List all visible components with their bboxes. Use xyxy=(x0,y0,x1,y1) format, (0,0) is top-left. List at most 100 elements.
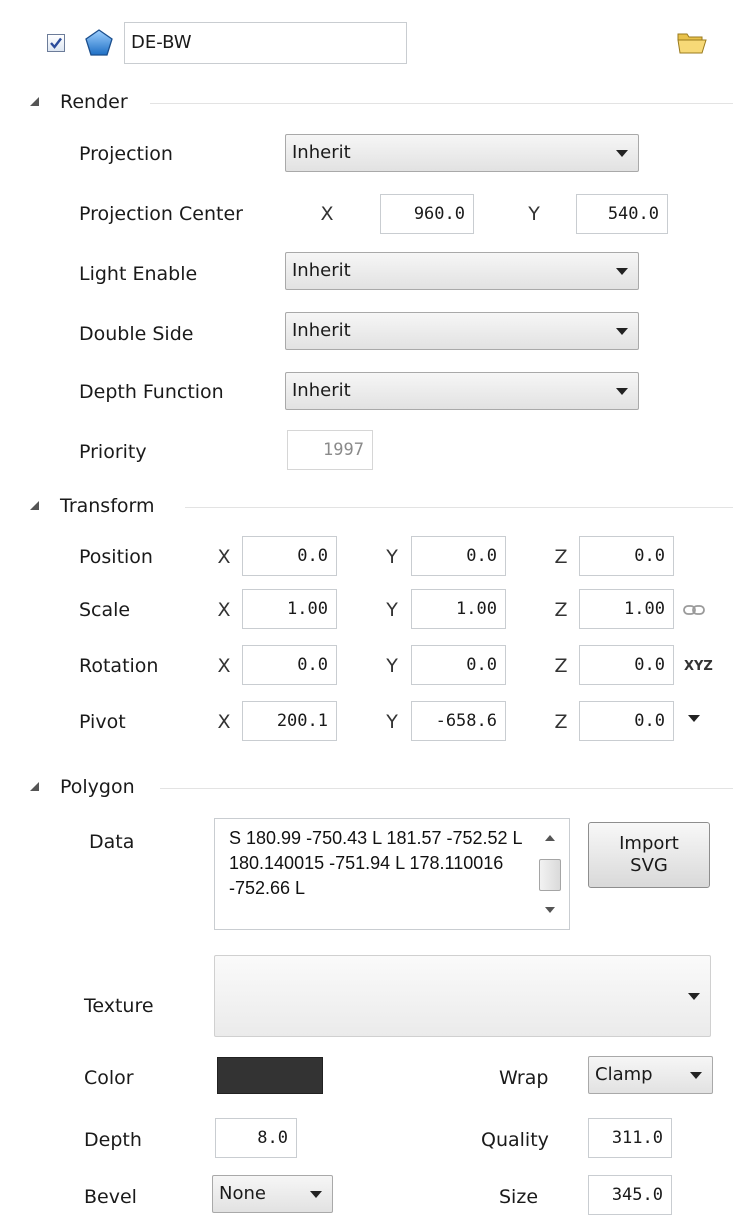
wrap-select-value: Clamp xyxy=(595,1064,653,1085)
transform-section-header[interactable]: Transform xyxy=(30,494,200,520)
scale-x-input[interactable]: 1.00 xyxy=(242,589,337,629)
light-enable-select-value: Inherit xyxy=(292,260,351,281)
collapse-triangle-icon xyxy=(30,782,39,791)
depth-function-select-value: Inherit xyxy=(292,380,351,401)
chevron-down-icon xyxy=(616,268,628,275)
polygon-section-header[interactable]: Polygon xyxy=(30,775,180,801)
pivot-x-input[interactable]: 200.1 xyxy=(242,701,337,741)
render-section-title: Render xyxy=(60,91,128,113)
scale-y-axis-label: Y xyxy=(386,599,398,621)
chevron-down-icon xyxy=(616,150,628,157)
import-svg-label-2: SVG xyxy=(630,855,668,876)
color-swatch[interactable] xyxy=(217,1057,323,1094)
priority-label: Priority xyxy=(79,441,147,463)
projection-center-y-input[interactable]: 540.0 xyxy=(576,194,668,234)
position-z-axis-label: Z xyxy=(554,546,568,568)
rotation-x-axis-label: X xyxy=(217,655,231,677)
scale-z-input[interactable]: 1.00 xyxy=(579,589,674,629)
scale-label: Scale xyxy=(79,599,131,621)
projection-center-label: Projection Center xyxy=(79,203,243,225)
wrap-select[interactable]: Clamp xyxy=(588,1056,713,1094)
projection-center-x-input[interactable]: 960.0 xyxy=(380,194,474,234)
texture-select[interactable] xyxy=(214,955,711,1037)
depth-function-label: Depth Function xyxy=(79,381,224,403)
position-label: Position xyxy=(79,546,153,568)
chevron-down-icon xyxy=(310,1191,322,1198)
chevron-down-icon xyxy=(616,388,628,395)
transform-section-title: Transform xyxy=(60,495,155,517)
pivot-label: Pivot xyxy=(79,711,126,733)
priority-input: 1997 xyxy=(287,430,373,470)
polygon-data-textarea[interactable]: S 180.99 -750.43 L 181.57 -752.52 L 180.… xyxy=(214,818,570,930)
pivot-options-dropdown[interactable] xyxy=(688,715,700,722)
pivot-z-input[interactable]: 0.0 xyxy=(579,701,674,741)
checkmark-icon xyxy=(50,37,62,49)
pentagon-icon xyxy=(84,28,114,58)
rotation-z-axis-label: Z xyxy=(554,655,568,677)
rotation-order-button[interactable]: XYZ xyxy=(684,655,713,679)
scale-x-axis-label: X xyxy=(217,599,231,621)
scroll-thumb[interactable] xyxy=(539,859,561,891)
polygon-section-title: Polygon xyxy=(60,776,135,798)
bevel-label: Bevel xyxy=(84,1186,137,1208)
center-y-axis-label: Y xyxy=(528,203,540,225)
pivot-y-input[interactable]: -658.6 xyxy=(411,701,506,741)
collapse-triangle-icon xyxy=(30,97,39,106)
position-y-input[interactable]: 0.0 xyxy=(411,536,506,576)
wrap-label: Wrap xyxy=(499,1067,549,1089)
scale-y-input[interactable]: 1.00 xyxy=(411,589,506,629)
scale-z-axis-label: Z xyxy=(554,599,568,621)
quality-label: Quality xyxy=(481,1129,549,1151)
chevron-down-icon xyxy=(616,328,628,335)
depth-input[interactable]: 8.0 xyxy=(215,1118,297,1158)
depth-label: Depth xyxy=(84,1129,142,1151)
scroll-down-arrow[interactable] xyxy=(545,907,555,913)
link-chain-icon[interactable] xyxy=(683,600,705,615)
light-enable-select[interactable]: Inherit xyxy=(285,252,639,290)
size-input[interactable]: 345.0 xyxy=(588,1175,672,1215)
quality-input[interactable]: 311.0 xyxy=(588,1118,672,1158)
position-z-input[interactable]: 0.0 xyxy=(579,536,674,576)
size-label: Size xyxy=(499,1186,539,1208)
polygon-data-text: S 180.99 -750.43 L 181.57 -752.52 L 180.… xyxy=(229,828,522,898)
visibility-checkbox[interactable] xyxy=(47,34,65,52)
data-label: Data xyxy=(89,831,135,853)
import-svg-button[interactable]: Import SVG xyxy=(588,822,710,888)
pivot-z-axis-label: Z xyxy=(554,711,568,733)
rotation-x-input[interactable]: 0.0 xyxy=(242,645,337,685)
position-x-input[interactable]: 0.0 xyxy=(242,536,337,576)
rotation-z-input[interactable]: 0.0 xyxy=(579,645,674,685)
bevel-select[interactable]: None xyxy=(212,1175,333,1213)
rotation-label: Rotation xyxy=(79,655,159,677)
chevron-down-icon xyxy=(688,993,700,1000)
position-y-axis-label: Y xyxy=(386,546,398,568)
projection-label: Projection xyxy=(79,143,173,165)
rotation-y-axis-label: Y xyxy=(386,655,398,677)
depth-function-select[interactable]: Inherit xyxy=(285,372,639,410)
double-side-select-value: Inherit xyxy=(292,320,351,341)
layer-name-input[interactable]: DE-BW xyxy=(124,22,407,64)
rotation-y-input[interactable]: 0.0 xyxy=(411,645,506,685)
pivot-x-axis-label: X xyxy=(217,711,231,733)
collapse-triangle-icon xyxy=(30,501,39,510)
import-svg-label-1: Import xyxy=(619,833,679,854)
chevron-down-icon xyxy=(690,1072,702,1079)
position-x-axis-label: X xyxy=(217,546,231,568)
bevel-select-value: None xyxy=(219,1183,266,1204)
folder-open-icon[interactable] xyxy=(676,28,708,56)
double-side-select[interactable]: Inherit xyxy=(285,312,639,350)
render-section-header[interactable]: Render xyxy=(30,90,170,116)
projection-select-value: Inherit xyxy=(292,142,351,163)
texture-label: Texture xyxy=(84,995,154,1017)
center-x-axis-label: X xyxy=(320,203,334,225)
polygon-divider xyxy=(160,788,733,789)
render-divider xyxy=(150,103,733,104)
pivot-y-axis-label: Y xyxy=(386,711,398,733)
light-enable-label: Light Enable xyxy=(79,263,198,285)
color-label: Color xyxy=(84,1067,134,1089)
projection-select[interactable]: Inherit xyxy=(285,134,639,172)
scroll-up-arrow[interactable] xyxy=(545,835,555,841)
transform-divider xyxy=(185,507,733,508)
textarea-scrollbar[interactable] xyxy=(537,825,563,923)
double-side-label: Double Side xyxy=(79,323,194,345)
